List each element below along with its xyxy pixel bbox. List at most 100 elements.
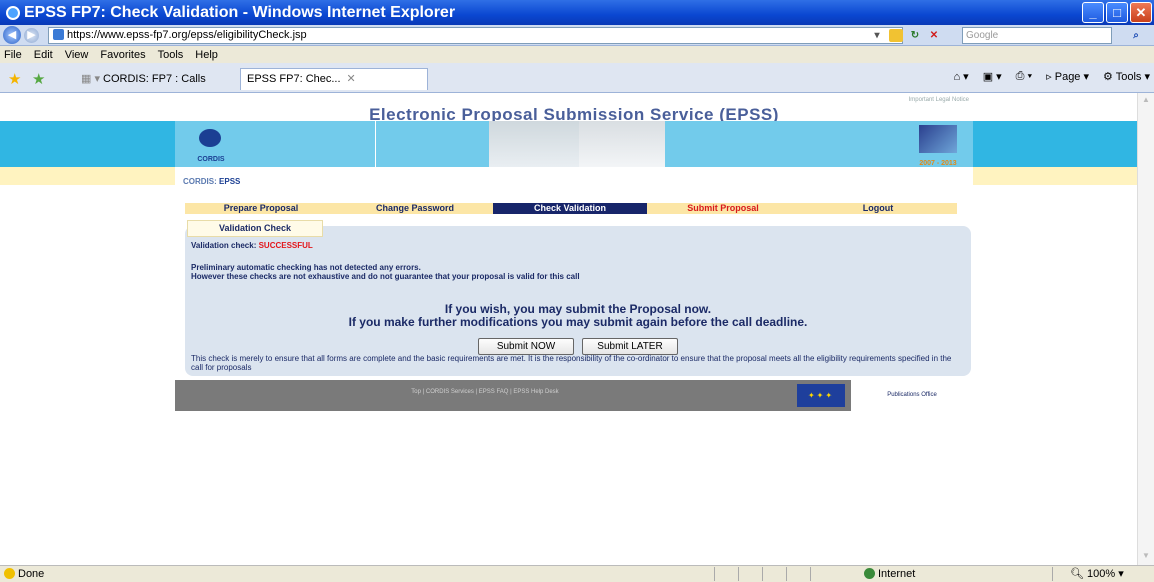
tab-validation-check[interactable]: Validation Check [187, 220, 323, 237]
menu-edit[interactable]: Edit [34, 49, 53, 61]
page-menu-label: Page [1054, 71, 1081, 83]
status-divider [786, 567, 787, 581]
nav-prepare-proposal[interactable]: Prepare Proposal [185, 203, 337, 214]
tab-cordis-label: CORDIS: FP7 : Calls [103, 73, 206, 85]
page-menu[interactable]: ▹ Page ▾ [1046, 70, 1089, 83]
breadcrumb-cordis[interactable]: CORDIS: [183, 177, 217, 186]
search-input[interactable]: Google [962, 27, 1112, 44]
instruction-line-2: If you make further modifications you ma… [348, 315, 808, 329]
nav-logout[interactable]: Logout [799, 203, 957, 214]
eu-flag-icon: ✦✦✦ [797, 384, 845, 407]
status-divider [762, 567, 763, 581]
tools-menu[interactable]: ⚙ Tools ▾ [1103, 70, 1150, 83]
fp7-logo-icon [919, 125, 957, 153]
nav-check-validation[interactable]: Check Validation [493, 203, 647, 214]
zoom-icon: 🔍︎ [1070, 568, 1088, 580]
globe-icon [864, 568, 875, 579]
address-toolbar: ◀ ▶ https://www.epss-fp7.org/epss/eligib… [0, 25, 1154, 46]
quick-tabs-icon: ▦ ▾ [81, 73, 104, 85]
epss-page: Electronic Proposal Submission Service (… [175, 93, 973, 413]
feeds-icon[interactable]: ▣ ▾ [983, 70, 1002, 83]
ie-logo-icon [6, 5, 20, 20]
window-controls: _ □ ✕ [1082, 2, 1152, 23]
submit-instructions: If you wish, you may submit the Proposal… [185, 303, 971, 329]
status-divider [738, 567, 739, 581]
security-zone-label: Internet [878, 568, 916, 580]
lock-icon[interactable] [889, 29, 903, 42]
cordis-logo[interactable]: CORDIS [191, 129, 231, 163]
menu-favorites[interactable]: Favorites [100, 49, 145, 61]
page-footer: Top | CORDIS Services | EPSS FAQ | EPSS … [175, 380, 973, 411]
forward-button[interactable]: ▶ [24, 27, 39, 43]
status-text: Done [4, 566, 44, 582]
validation-status: SUCCESSFUL [258, 241, 313, 250]
preliminary-line-1: Preliminary automatic checking has not d… [191, 263, 421, 272]
submit-buttons: Submit NOW Submit LATER [185, 338, 971, 355]
search-icon[interactable]: ⌕ [1125, 28, 1147, 43]
warning-icon [4, 568, 15, 579]
status-divider [810, 567, 811, 581]
page-icon [53, 29, 64, 40]
validation-label: Validation check: [191, 241, 257, 250]
menu-help[interactable]: Help [195, 49, 218, 61]
window-title: EPSS FP7: Check Validation - Windows Int… [24, 3, 456, 21]
validation-panel: Validation check: SUCCESSFUL Preliminary… [185, 226, 971, 376]
breadcrumb-epss[interactable]: EPSS [219, 177, 240, 186]
dropdown-icon[interactable]: ▾ [870, 29, 884, 42]
breadcrumb: CORDIS: EPSS [183, 177, 240, 186]
tab-epss[interactable]: EPSS FP7: Chec... ✕ [240, 68, 428, 90]
back-button[interactable]: ◀ [3, 26, 21, 44]
zoom-control[interactable]: 🔍︎ 100% ▾ [1070, 566, 1124, 582]
window-title-bar: EPSS FP7: Check Validation - Windows Int… [0, 0, 1154, 25]
favorites-star-icon[interactable]: ★ [8, 70, 21, 88]
menu-file[interactable]: File [4, 49, 22, 61]
stop-icon[interactable]: ✕ [927, 29, 941, 42]
status-divider [1052, 567, 1053, 581]
legal-notice-link[interactable]: Important Legal Notice [909, 97, 969, 103]
refresh-icon[interactable]: ↻ [908, 29, 922, 42]
zoom-level: 100% [1087, 568, 1116, 580]
nav-submit-proposal[interactable]: Submit Proposal [647, 203, 799, 214]
minimize-button[interactable]: _ [1082, 2, 1104, 23]
banner-photo [579, 121, 665, 167]
scroll-down-icon[interactable]: ▼ [1140, 551, 1152, 563]
add-favorite-icon[interactable]: ★ [32, 70, 45, 88]
menu-tools[interactable]: Tools [158, 49, 184, 61]
tools-menu-label: Tools [1115, 71, 1142, 83]
cordis-logo-text: CORDIS [197, 156, 225, 163]
preliminary-message: Preliminary automatic checking has not d… [191, 263, 580, 281]
tab-bar: ★ ★ ▦ ▾ CORDIS: FP7 : Calls EPSS FP7: Ch… [0, 63, 1154, 93]
status-bar: Done Internet 🔍︎ 100% ▾ [0, 565, 1154, 582]
close-button[interactable]: ✕ [1130, 2, 1152, 23]
scroll-up-icon[interactable]: ▲ [1140, 95, 1152, 107]
banner-divider [375, 121, 376, 167]
cordis-logo-icon [199, 129, 221, 147]
banner-photo [489, 121, 579, 167]
maximize-button[interactable]: □ [1106, 2, 1128, 23]
submit-now-button[interactable]: Submit NOW [478, 338, 574, 355]
preliminary-line-2: However these checks are not exhaustive … [191, 272, 580, 281]
submit-later-button[interactable]: Submit LATER [582, 338, 678, 355]
tab-epss-label: EPSS FP7: Chec... [247, 73, 341, 85]
main-navigation: Prepare Proposal Change Password Check V… [185, 203, 957, 214]
address-field[interactable]: https://www.epss-fp7.org/epss/eligibilit… [48, 27, 903, 44]
validation-status-line: Validation check: SUCCESSFUL [191, 241, 313, 250]
nav-change-password[interactable]: Change Password [337, 203, 493, 214]
address-url: https://www.epss-fp7.org/epss/eligibilit… [67, 29, 307, 41]
fp7-years: 2007 - 2013 [919, 160, 957, 167]
browser-viewport: Electronic Proposal Submission Service (… [0, 93, 1154, 565]
responsibility-note: This check is merely to ensure that all … [191, 354, 952, 372]
footer-links[interactable]: Top | CORDIS Services | EPSS FAQ | EPSS … [175, 389, 795, 395]
menu-bar: File Edit View Favorites Tools Help [0, 46, 1154, 63]
menu-view[interactable]: View [65, 49, 89, 61]
publications-office-logo[interactable]: Publications Office [851, 380, 973, 411]
security-zone[interactable]: Internet [864, 566, 915, 582]
tab-close-icon[interactable]: ✕ [347, 73, 356, 85]
tab-cordis[interactable]: ▦ ▾ CORDIS: FP7 : Calls [77, 70, 237, 88]
status-left: Done [18, 568, 45, 580]
home-icon[interactable]: ⌂ ▾ [953, 70, 968, 83]
vertical-scrollbar[interactable]: ▲ ▼ [1137, 93, 1154, 565]
print-icon[interactable]: ⎙ ▾ [1016, 70, 1032, 83]
status-divider [714, 567, 715, 581]
fp7-logo: 2007 - 2013 [911, 125, 965, 167]
